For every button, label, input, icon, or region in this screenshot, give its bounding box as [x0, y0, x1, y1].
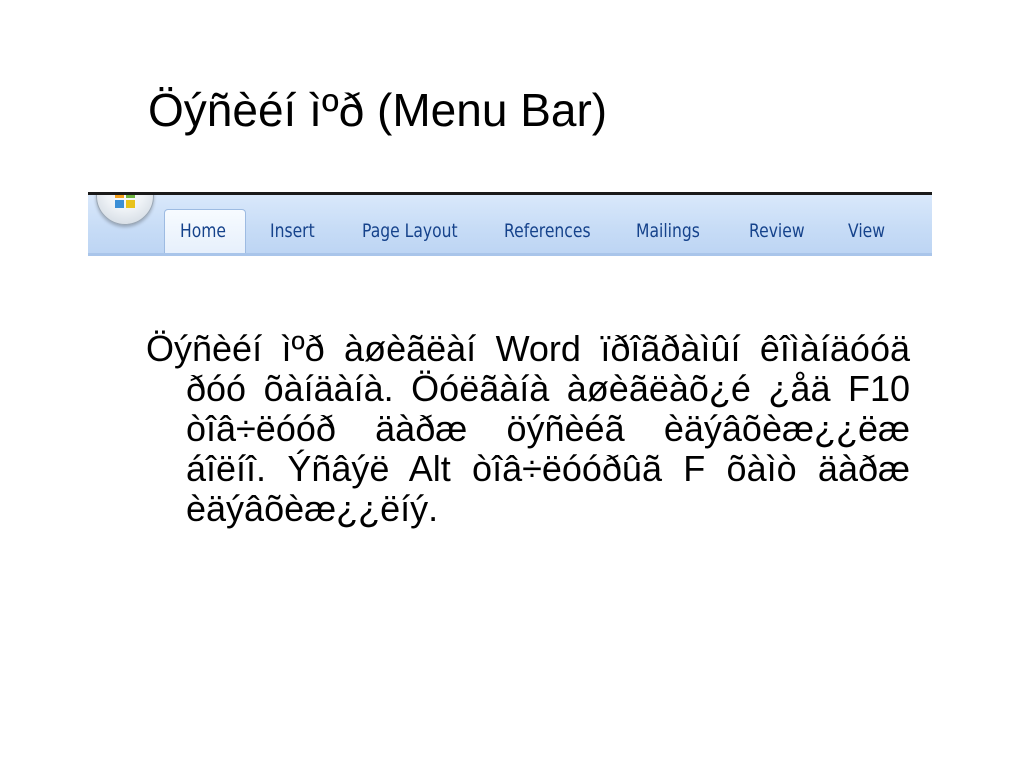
- office-button[interactable]: [96, 195, 154, 225]
- tab-home[interactable]: Home: [180, 215, 226, 247]
- tab-insert[interactable]: Insert: [270, 215, 315, 247]
- tab-view[interactable]: View: [848, 215, 885, 247]
- ribbon-bottom-edge: [88, 253, 932, 256]
- ribbon-menu-bar: Home Insert Page Layout References Maili…: [88, 192, 932, 256]
- slide-title: Öýñèéí ìºð (Menu Bar): [148, 84, 608, 136]
- tab-mailings[interactable]: Mailings: [636, 215, 700, 247]
- tab-page-layout[interactable]: Page Layout: [362, 215, 458, 247]
- slide-body-text: Öýñèéí ìºð àøèãëàí Word ïðîãðàìûí êîìàíä…: [146, 328, 910, 529]
- tab-references[interactable]: References: [504, 215, 591, 247]
- office-logo-icon: [115, 195, 135, 208]
- tab-review[interactable]: Review: [749, 215, 805, 247]
